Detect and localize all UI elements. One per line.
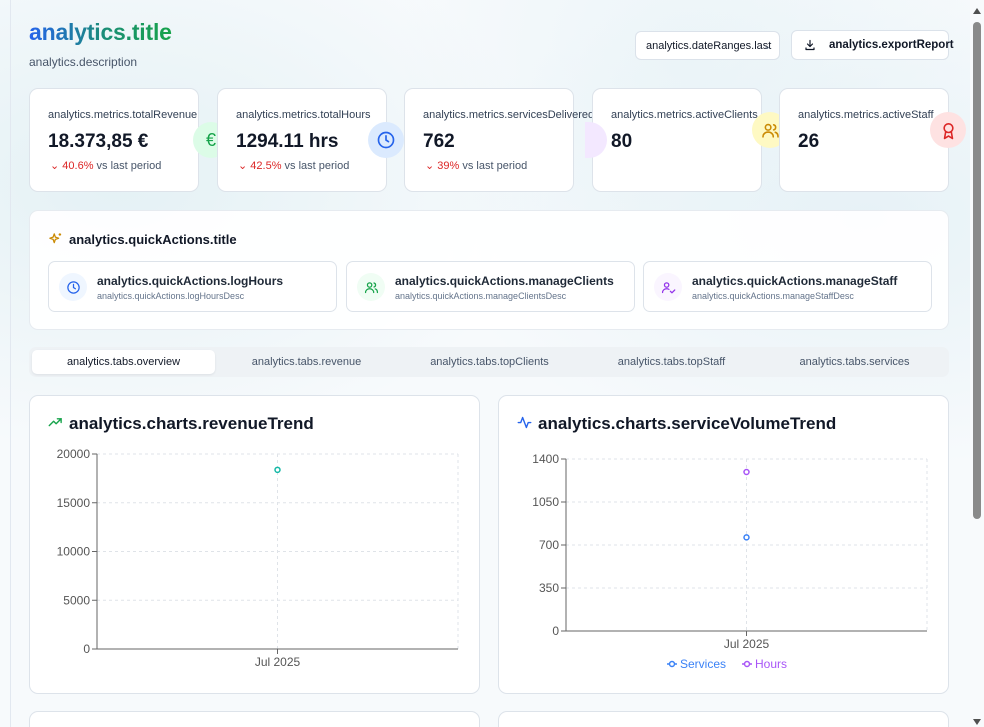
metric-change-suffix: vs last period [96, 160, 162, 172]
metric-value: 762 [423, 131, 455, 152]
clock-icon [368, 122, 404, 158]
y-tick-label: 0 [83, 642, 90, 656]
date-range-value: analytics.dateRanges.last [646, 40, 772, 52]
y-tick-label: 10000 [57, 545, 91, 559]
y-tick-label: 1400 [532, 452, 559, 466]
y-tick-label: 0 [552, 624, 559, 638]
chart-card-partial [29, 711, 480, 727]
analytics-page: analytics.title analytics.description an… [29, 0, 966, 727]
metric-change-value: 42.5% [250, 160, 282, 172]
data-point [743, 534, 750, 541]
metric-label: analytics.metrics.servicesDelivered [423, 109, 595, 121]
metric-change: ⌄ 42.5% vs last period [238, 159, 349, 172]
chart-card-partial [498, 711, 949, 727]
clock-icon [59, 273, 87, 301]
revenue-trend-card: analytics.charts.revenueTrend 0 5000 10000… [29, 395, 480, 694]
tab-overview[interactable]: analytics.tabs.overview [32, 350, 215, 374]
metric-value: 80 [611, 131, 633, 152]
y-tick-label: 5000 [63, 593, 90, 607]
revenue-trend-chart: 0 5000 10000 15000 20000 Jul 2025 [57, 447, 459, 669]
legend-marker [668, 660, 676, 668]
y-tick-label: 15000 [57, 496, 91, 510]
quick-action-desc: analytics.quickActions.manageClientsDesc [395, 291, 567, 301]
vertical-scrollbar[interactable] [970, 0, 984, 727]
scroll-down-arrow[interactable] [973, 719, 981, 725]
service-volume-trend-card: analytics.charts.serviceVolumeTrend 0 350… [498, 395, 949, 694]
page-title: analytics.title [29, 19, 172, 45]
metric-card-total-revenue: analytics.metrics.totalRevenue 18.373,85… [29, 88, 229, 192]
scrollbar-thumb[interactable] [973, 22, 981, 519]
metric-label: analytics.metrics.activeClients [611, 109, 758, 121]
y-tick-label: 20000 [57, 447, 91, 461]
metric-card-services-delivered: analytics.metrics.servicesDelivered 762 … [404, 88, 594, 192]
metric-value: 18.373,85 € [48, 131, 149, 152]
quick-action-manage-clients[interactable]: analytics.quickActions.manageClients ana… [346, 261, 635, 312]
metric-change-value: 40.6% [62, 160, 94, 172]
service-volume-trend-chart: 0 350 700 1050 1400 Jul 2025 Services Hours [532, 452, 928, 671]
quick-action-label: analytics.quickActions.logHours [97, 274, 284, 288]
y-tick-label: 1050 [532, 495, 559, 509]
tab-top-staff[interactable]: analytics.tabs.topStaff [580, 350, 763, 374]
x-tick-label: Jul 2025 [255, 655, 301, 669]
quick-actions-card: analytics.quickActions.title analytics.q… [29, 210, 949, 330]
x-tick-label: Jul 2025 [724, 637, 770, 651]
legend-marker [743, 660, 751, 668]
metric-change: ⌄ 39% vs last period [425, 159, 527, 172]
metric-label: analytics.metrics.activeStaff [798, 109, 934, 121]
sparkle-icon [585, 122, 607, 158]
metric-change-value: 39% [437, 160, 460, 172]
quick-actions-title: analytics.quickActions.title [48, 232, 237, 250]
quick-action-label: analytics.quickActions.manageClients [395, 274, 614, 288]
scroll-up-arrow[interactable] [973, 8, 981, 14]
metric-value: 26 [798, 131, 820, 152]
legend-label: Hours [755, 657, 787, 671]
quick-action-log-hours[interactable]: analytics.quickActions.logHours analytic… [48, 261, 337, 312]
analytics-tabs: analytics.tabs.overview analytics.tabs.r… [29, 347, 949, 377]
quick-actions-title-text: analytics.quickActions.title [69, 232, 237, 247]
quick-action-label: analytics.quickActions.manageStaff [692, 274, 898, 288]
metric-change: ⌄ 40.6% vs last period [50, 159, 161, 172]
quick-action-desc: analytics.quickActions.manageStaffDesc [692, 291, 854, 301]
export-report-label: analytics.exportReport [829, 39, 954, 51]
metric-card-total-hours: analytics.metrics.totalHours 1294.11 hrs… [217, 88, 404, 192]
trend-down-icon: ⌄ [50, 160, 60, 172]
tab-revenue[interactable]: analytics.tabs.revenue [215, 350, 398, 374]
legend-label: Services [680, 657, 726, 671]
tab-top-clients[interactable]: analytics.tabs.topClients [398, 350, 581, 374]
sidebar-edge [10, 0, 11, 727]
date-range-select[interactable]: analytics.dateRanges.last ⌄ [635, 31, 780, 60]
tab-services[interactable]: analytics.tabs.services [763, 350, 946, 374]
metric-value: 1294.11 hrs [236, 131, 339, 152]
metric-card-active-clients: analytics.metrics.activeClients 80 [585, 88, 788, 192]
data-point [274, 466, 281, 474]
quick-action-desc: analytics.quickActions.logHoursDesc [97, 291, 245, 301]
trend-down-icon: ⌄ [425, 160, 435, 172]
page-header: analytics.title analytics.description an… [29, 18, 954, 74]
sparkles-icon [48, 232, 63, 250]
trend-down-icon: ⌄ [238, 160, 248, 172]
users-icon [357, 273, 385, 301]
quick-action-manage-staff[interactable]: analytics.quickActions.manageStaff analy… [643, 261, 932, 312]
metric-label: analytics.metrics.totalRevenue [48, 109, 198, 121]
page-description: analytics.description [29, 55, 138, 69]
metric-label: analytics.metrics.totalHours [236, 109, 371, 121]
user-check-icon [654, 273, 682, 301]
metric-card-active-staff: analytics.metrics.activeStaff 26 [779, 88, 966, 192]
y-tick-label: 350 [539, 581, 559, 595]
metric-change-suffix: vs last period [462, 160, 528, 172]
download-icon [804, 39, 816, 54]
y-tick-label: 700 [539, 538, 559, 552]
data-point [743, 468, 750, 476]
metric-change-suffix: vs last period [284, 160, 350, 172]
award-icon [930, 112, 966, 148]
export-report-button[interactable]: analytics.exportReport [791, 30, 954, 60]
chevron-down-icon: ⌄ [763, 41, 771, 51]
